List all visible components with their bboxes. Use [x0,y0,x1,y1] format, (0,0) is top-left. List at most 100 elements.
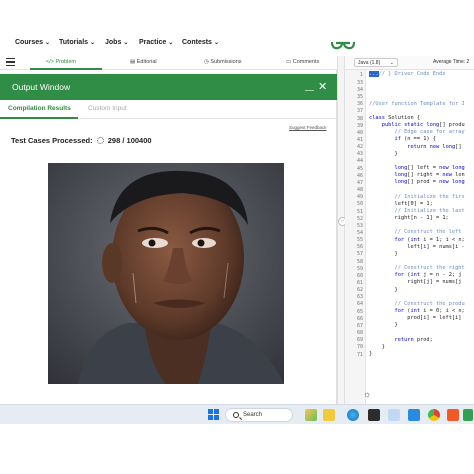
code-line: return new long[] [407,143,462,150]
code-line: for (int j = n - 2; j [394,272,462,279]
line-number: 55 [356,237,363,244]
site-logo[interactable] [329,37,357,51]
line-number: 69 [356,337,363,344]
code-line: } [369,250,398,257]
line-number: 39 [356,122,363,129]
line-number: 37 [356,108,363,115]
code-line: prod[i] = left[i] [369,315,462,322]
edge-browser-icon[interactable] [347,409,359,421]
code-line: ...// } Driver Code Ends [369,71,446,77]
code-line: right[n - 1] = 1; [369,215,449,222]
line-number: 66 [356,315,363,322]
code-line: } [369,343,385,350]
app-icon[interactable] [463,409,473,421]
code-line: return prod; [394,336,433,343]
chrome-icon[interactable] [428,409,440,421]
panel-splitter[interactable] [337,56,345,404]
line-number: 57 [356,251,363,258]
line-number: 61 [356,280,363,286]
chevron-down-icon: ⌄ [45,40,51,46]
code-line: for (int i = 1; i < n; [394,236,465,243]
settings-icon[interactable]: ☼ [363,389,371,399]
line-number: 43 [356,151,363,158]
tab-comments[interactable]: ▭ Comments [286,59,319,65]
code-line: long[] prod = new long [394,179,465,186]
chevron-down-icon: ⌄ [168,40,174,46]
fold-marker: ... [369,71,379,77]
line-number: 70 [356,344,363,351]
nav-practice[interactable]: Practice ⌄ [139,39,173,46]
tab-custom-input[interactable]: Custom Input [88,105,127,112]
code-line: for (int i = 0; i < n; [394,308,465,314]
line-number: 1 [359,72,363,78]
tab-editorial[interactable]: ▤ Editorial [130,59,157,65]
code-line: } [369,286,398,293]
store-icon[interactable] [368,409,380,421]
top-navigation: Courses ⌄ Tutorials ⌄ Jobs ⌄ Practice ⌄ Cont… [0,30,474,56]
mail-icon[interactable] [388,409,400,421]
reaction-image [48,163,284,384]
file-explorer-icon[interactable] [323,409,335,421]
tab-submissions[interactable]: ◷ Submissions [204,59,242,65]
nav-courses[interactable]: Courses ⌄ [15,39,50,46]
output-window-header: Output Window __ ✕ [0,74,337,100]
code-line: // Construct the right [369,265,465,272]
widgets-icon[interactable] [305,409,317,421]
code-line: left[0] = 1; [369,200,433,207]
chevron-down-icon: ⌄ [389,60,394,66]
code-line: // Initialize the firs [369,193,465,200]
document-icon: ▤ [130,59,137,65]
windows-start-icon[interactable] [208,409,219,420]
line-number: 63 [356,294,363,301]
test-cases-status: Test Cases Processed: 298 / 100400 [11,136,152,145]
line-number: 49 [356,194,363,201]
line-number: 35 [356,94,363,101]
code-line: } [369,350,373,357]
code-line: long[] left = new long [394,165,465,171]
tab-compilation-results[interactable]: Compilation Results [8,105,71,112]
line-number: 71 [356,351,363,358]
nav-contests[interactable]: Contests ⌄ [182,39,219,46]
search-icon [233,412,239,418]
line-number: 47 [356,179,363,186]
line-number: 51 [356,208,363,215]
line-number: 68 [356,330,363,337]
menu-icon[interactable] [6,58,15,66]
comment-icon: ▭ [286,59,293,65]
line-number: 59 [356,265,363,272]
line-number: 52 [356,215,363,222]
line-number: 50 [356,201,363,208]
nav-jobs[interactable]: Jobs ⌄ [105,39,128,46]
line-number: 34 [356,86,363,93]
line-number: 33 [356,79,363,86]
line-number: 64 [356,301,363,308]
line-number: 46 [356,172,363,179]
code-line: } [369,322,398,329]
line-number: 44 [356,158,363,165]
test-cases-count: 298 / 100400 [107,136,152,145]
tab-problem[interactable]: </> Problem [46,59,76,65]
code-editor[interactable]: 1 ...// } Driver Code Ends 33 34 35 36 //Use… [345,70,474,404]
code-line: // Construct the left [369,229,462,236]
brave-icon[interactable] [447,409,459,421]
line-number: 38 [356,115,363,122]
line-number: 41 [356,137,363,143]
line-number: 54 [356,229,363,236]
line-number: 67 [356,322,363,329]
close-button[interactable]: ✕ [318,80,327,93]
language-select[interactable]: Java (1.8) ⌄ [354,58,398,67]
line-number: 62 [356,287,363,294]
taskbar-search[interactable]: Search [225,408,293,422]
line-number: 58 [356,258,363,265]
taskbar: Search [0,404,474,424]
code-line: right[j] = nums[j [369,279,462,286]
output-tabs: Compilation Results Custom Input [0,100,337,119]
nav-tutorials[interactable]: Tutorials ⌄ [59,39,95,46]
code-line: if (n == 1) { [394,136,436,143]
code-line: //User function Template for J [369,100,465,107]
line-number: 40 [356,129,363,136]
vscode-icon[interactable] [408,409,420,421]
suggest-feedback-link[interactable]: Suggest Feedback [289,125,327,130]
output-window: Output Window __ ✕ Compilation Results C… [0,70,337,404]
minimize-button[interactable]: __ [305,82,314,91]
